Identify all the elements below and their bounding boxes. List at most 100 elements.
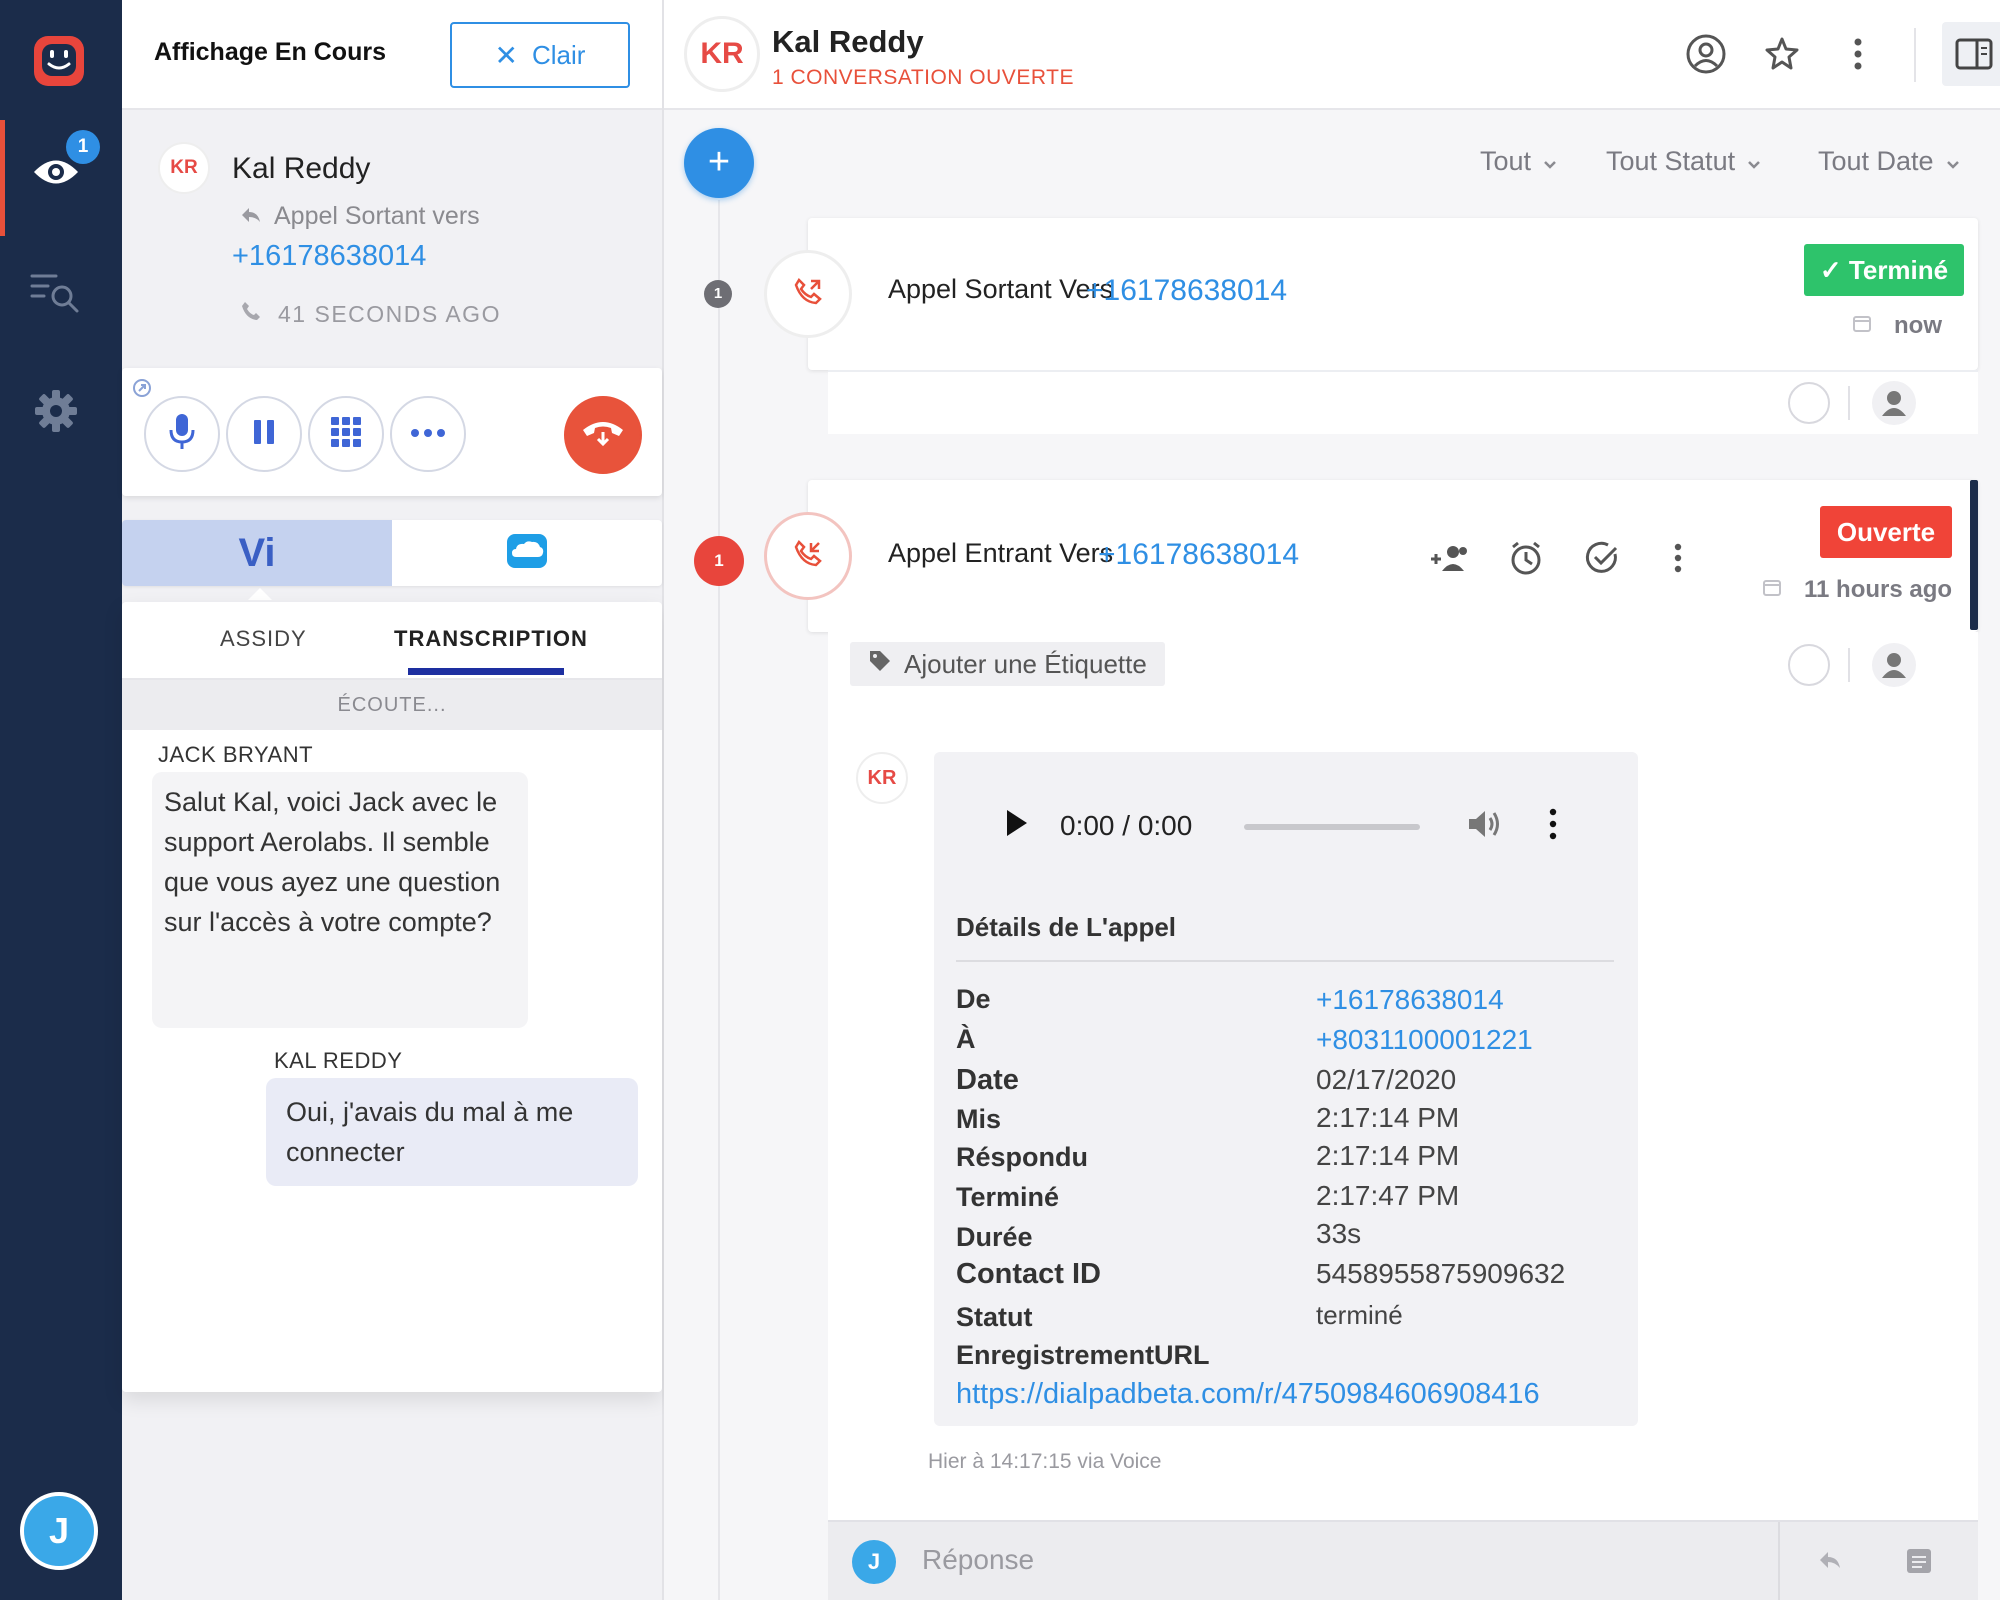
open-conversations-count: 1 CONVERSATION OUVERTE xyxy=(772,66,1074,89)
details-divider xyxy=(956,960,1614,962)
tab-transcription[interactable]: TRANSCRIPTION xyxy=(394,626,588,652)
detail-label: De xyxy=(956,984,991,1014)
thread-card[interactable]: Appel Entrant Vers +16178638014 Ouverte … xyxy=(808,480,1978,632)
nav-active-indicator xyxy=(0,120,5,236)
filter-status-label: Tout Statut xyxy=(1606,146,1736,176)
profile-icon[interactable] xyxy=(1684,32,1728,76)
thread-count-badge: 1 xyxy=(704,280,732,308)
audio-progress-track[interactable] xyxy=(1244,824,1420,830)
thread-time-label: 11 hours ago xyxy=(1804,576,1953,603)
phone-outgoing-icon xyxy=(793,277,823,312)
thread-title: Appel Entrant Vers xyxy=(888,538,1114,568)
detail-value[interactable]: +16178638014 xyxy=(1316,984,1504,1016)
contact-name[interactable]: Kal Reddy xyxy=(772,24,924,60)
filter-date[interactable]: Tout Date xyxy=(1818,146,1960,177)
ellipsis-icon xyxy=(410,425,446,443)
caller-number[interactable]: +16178638014 xyxy=(232,240,426,273)
reply-arrow-icon[interactable] xyxy=(1818,1550,1842,1575)
chevron-down-icon xyxy=(1747,146,1761,177)
detail-label: Date xyxy=(956,1064,1019,1096)
conversation-area: KR Kal Reddy 1 CONVERSATION OUVERTE + To… xyxy=(664,0,2000,1600)
snooze-clock-icon[interactable] xyxy=(1504,536,1548,580)
note-icon[interactable] xyxy=(1906,1548,1932,1579)
volume-icon[interactable] xyxy=(1466,808,1502,845)
detail-label: Contact ID xyxy=(956,1258,1101,1290)
footer-divider xyxy=(1848,648,1850,682)
phone-outgoing-icon xyxy=(240,300,262,328)
detail-value[interactable]: +8031100001221 xyxy=(1316,1024,1533,1056)
status-badge-label: Terminé xyxy=(1848,255,1949,285)
audio-player: 0:00 / 0:00 xyxy=(970,770,1602,880)
reply-arrow-icon xyxy=(240,202,262,231)
reply-composer: J Réponse xyxy=(828,1520,1978,1600)
gear-icon[interactable] xyxy=(33,388,79,434)
thread-number[interactable]: +16178638014 xyxy=(1098,538,1299,572)
detail-label: EnregistrementURL xyxy=(956,1340,1210,1370)
status-badge[interactable]: Ouverte xyxy=(1820,506,1952,558)
checkmark-icon: ✓ xyxy=(1819,255,1842,285)
filter-all-label: Tout xyxy=(1480,146,1532,176)
keypad-button[interactable] xyxy=(308,396,384,472)
phone-incoming-icon xyxy=(793,539,823,574)
contact-avatar[interactable]: KR xyxy=(684,16,760,92)
chevron-down-icon xyxy=(1543,146,1557,177)
hangup-button[interactable] xyxy=(564,396,642,474)
assign-user-icon[interactable] xyxy=(1872,643,1916,687)
add-participant-icon[interactable] xyxy=(1428,536,1472,580)
tab-pointer xyxy=(248,588,272,600)
user-avatar[interactable]: J xyxy=(20,1492,98,1570)
add-tag-button[interactable]: Ajouter une Étiquette xyxy=(850,642,1165,686)
filter-status[interactable]: Tout Statut xyxy=(1606,146,1761,177)
add-tag-label: Ajouter une Étiquette xyxy=(904,648,1147,679)
call-controls xyxy=(122,368,662,496)
salesforce-cloud-icon xyxy=(506,533,548,574)
reply-user-avatar: J xyxy=(852,1540,896,1584)
call-direction: Appel Sortant vers xyxy=(240,202,480,231)
new-conversation-button[interactable]: + xyxy=(684,128,754,198)
star-icon[interactable] xyxy=(1760,32,1804,76)
more-options-button[interactable] xyxy=(390,396,466,472)
app-logo-icon[interactable] xyxy=(32,34,86,88)
call-direction-label: Appel Sortant vers xyxy=(274,202,480,230)
hold-button[interactable] xyxy=(226,396,302,472)
tab-salesforce[interactable] xyxy=(392,520,662,586)
recording-url-link[interactable]: https://dialpadbeta.com/r/47509846069084… xyxy=(956,1378,1540,1411)
tab-assidy[interactable]: ASSIDY xyxy=(220,626,307,652)
resolve-check-icon[interactable] xyxy=(1580,536,1624,580)
play-icon[interactable] xyxy=(1004,808,1030,843)
thread-title: Appel Sortant Vers xyxy=(888,274,1114,304)
selected-thread-accent xyxy=(1970,480,1978,630)
panel-title: Affichage En Cours xyxy=(154,38,386,66)
select-checkbox[interactable] xyxy=(1788,644,1830,686)
detail-value: 5458955875909632 xyxy=(1316,1258,1566,1289)
kebab-menu-icon[interactable] xyxy=(1656,536,1700,580)
speaker-name: JACK BRYANT xyxy=(158,742,314,767)
search-list-icon[interactable] xyxy=(30,270,82,314)
tag-icon xyxy=(868,649,892,680)
select-checkbox[interactable] xyxy=(1788,382,1830,424)
thread-card[interactable]: Appel Sortant Vers +16178638014 ✓ Termin… xyxy=(808,218,1978,370)
thread-number[interactable]: +16178638014 xyxy=(1086,274,1287,308)
call-elapsed-label: 41 SECONDS AGO xyxy=(278,300,501,327)
status-badge[interactable]: ✓ Terminé xyxy=(1804,244,1964,296)
kebab-menu-icon[interactable] xyxy=(1548,808,1558,845)
clear-button[interactable]: ✕ Clair xyxy=(450,22,630,88)
panel-header: Affichage En Cours ✕ Clair xyxy=(122,0,662,110)
calendar-icon xyxy=(1762,576,1782,604)
mute-button[interactable] xyxy=(144,396,220,472)
reply-input[interactable]: Réponse xyxy=(922,1544,1034,1576)
sidebar-toggle-icon[interactable] xyxy=(1942,22,2000,86)
integration-tabs: Vi xyxy=(122,520,662,586)
detail-value: 2:17:47 PM xyxy=(1316,1180,1460,1211)
popout-icon[interactable] xyxy=(132,378,152,398)
tab-vi[interactable]: Vi xyxy=(122,520,392,586)
conversation-header: KR Kal Reddy 1 CONVERSATION OUVERTE xyxy=(664,0,2000,110)
notification-badge: 1 xyxy=(66,130,100,164)
kebab-menu-icon[interactable] xyxy=(1836,32,1880,76)
transcript-panel: ASSIDY TRANSCRIPTION ÉCOUTE... JACK BRYA… xyxy=(122,602,662,1392)
call-elapsed: 41 SECONDS AGO xyxy=(240,300,501,328)
assign-user-icon[interactable] xyxy=(1872,381,1916,425)
message-avatar: KR xyxy=(856,752,908,804)
filter-all[interactable]: Tout xyxy=(1480,146,1557,177)
keypad-icon xyxy=(330,416,362,453)
